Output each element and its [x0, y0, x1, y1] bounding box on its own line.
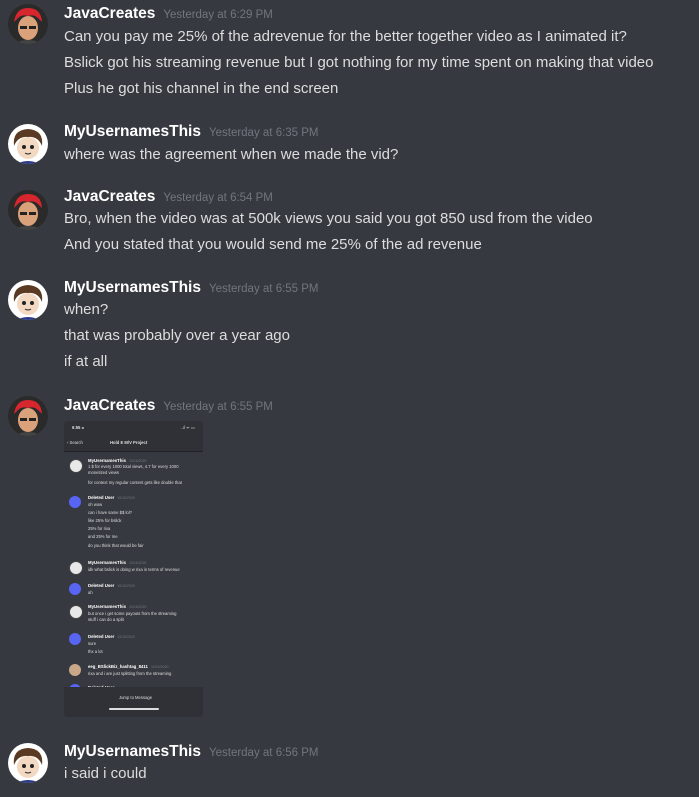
avatar-icon — [69, 605, 83, 619]
attachment-text: 1 $ for every 1000 total views, 4.7 for … — [88, 464, 179, 469]
avatar-icon — [69, 664, 81, 676]
phone-status-bar: 6:55 ◂ ..ıl ᯤ ▭ — [64, 421, 203, 435]
jump-to-message: Jump to Message — [119, 695, 153, 700]
author-name[interactable]: JavaCreates — [64, 397, 155, 414]
avatar-icon — [69, 561, 83, 575]
attachment-text: and 25% for me — [88, 534, 118, 539]
attachment-text: but once i get some payouts from the str… — [88, 611, 177, 616]
attachment-text: sure — [88, 641, 97, 646]
discord-icon — [69, 633, 81, 645]
message-timestamp: Yesterday at 6:55 PM — [163, 401, 273, 413]
message-text: where was the agreement when we made the… — [64, 146, 399, 163]
attachment-author: Deleted User 10/16/2020 — [88, 634, 135, 639]
avatar-image-javacreates — [8, 4, 48, 44]
attachment-header: ‹ Search Hold E M/V Project — [64, 435, 203, 452]
attachment-text: can i have same $$ lol? — [88, 510, 132, 515]
attachment-text: monetized views — [88, 470, 119, 475]
message-text: if at all — [64, 353, 108, 370]
avatar[interactable] — [8, 396, 48, 436]
attachment-author: MyUsernamesThis 10/16/2020 — [88, 458, 147, 463]
author-name[interactable]: MyUsernamesThis — [64, 279, 201, 296]
author-name[interactable]: MyUsernamesThis — [64, 123, 201, 140]
author-name[interactable]: MyUsernamesThis — [64, 743, 201, 760]
avatar[interactable] — [8, 124, 48, 164]
message-timestamp: Yesterday at 6:56 PM — [208, 747, 319, 759]
message-author[interactable]: JavaCreates Yesterday at 6:29 PM — [64, 5, 273, 23]
attachment-text: ah — [88, 590, 93, 595]
attachment-text: stuff i can do a split — [88, 617, 124, 622]
avatar-image-javacreates — [8, 190, 48, 230]
avatar-image-myusernamesthis — [8, 124, 48, 164]
message-timestamp: Yesterday at 6:29 PM — [163, 9, 273, 21]
avatar-image-javacreates — [8, 396, 48, 436]
attachment-text: thx a lot — [88, 649, 103, 654]
channel-title: Hold E M/V Project — [110, 440, 148, 445]
avatar[interactable] — [8, 280, 48, 320]
message-text: And you stated that you would send me 25… — [64, 236, 482, 253]
status-icons: ..ıl ᯤ ▭ — [180, 425, 195, 430]
attachment-author: MyUsernamesThis 10/16/2020 — [88, 604, 147, 609]
attachment-text: oh wow — [88, 502, 103, 507]
home-indicator — [109, 708, 159, 710]
message-text: i said i could — [64, 765, 147, 782]
discord-icon — [69, 496, 81, 508]
message-author[interactable]: MyUsernamesThis Yesterday at 6:55 PM — [64, 279, 319, 297]
message-timestamp: Yesterday at 6:35 PM — [208, 127, 319, 139]
back-search-link: ‹ Search — [67, 440, 83, 445]
attachment-text: idk what bslick is doing w rixa in terms… — [88, 567, 180, 572]
avatar-icon — [69, 459, 83, 473]
attachment-author: eeg_BSlickBiz_hashtag_8411 10/16/2020 — [88, 664, 169, 669]
discord-icon — [69, 583, 81, 595]
message-text: Can you pay me 25% of the adrevenue for … — [64, 28, 627, 45]
message-timestamp: Yesterday at 6:55 PM — [208, 283, 319, 295]
attachment-text: do you think that would be fair — [88, 543, 144, 548]
message-timestamp: Yesterday at 6:54 PM — [163, 192, 273, 204]
attachment-text: rixa and i are just splitting from the s… — [88, 671, 172, 676]
message-author[interactable]: JavaCreates Yesterday at 6:55 PM — [64, 397, 273, 415]
message-text: Plus he got his channel in the end scree… — [64, 80, 339, 97]
message-text: when? — [64, 301, 109, 318]
attachment-text: for context my regular content gets like… — [88, 480, 182, 485]
attachment-author: Deleted User 10/16/2020 — [88, 495, 135, 500]
attachment-author: MyUsernamesThis 10/16/2020 — [88, 560, 147, 565]
avatar-image-myusernamesthis — [8, 280, 48, 320]
image-attachment[interactable]: 6:55 ◂ ..ıl ᯤ ▭ ‹ Search Hold E M/V Proj… — [64, 421, 203, 717]
message-author[interactable]: JavaCreates Yesterday at 6:54 PM — [64, 188, 273, 206]
author-name[interactable]: JavaCreates — [64, 5, 155, 22]
avatar[interactable] — [8, 743, 48, 783]
message-text: Bro, when the video was at 500k views yo… — [64, 210, 593, 227]
attachment-text: like 25% for bslick — [88, 518, 122, 523]
status-time: 6:55 ◂ — [72, 425, 84, 430]
jump-bar: Jump to Message — [64, 687, 203, 717]
avatar[interactable] — [8, 4, 48, 44]
message-author[interactable]: MyUsernamesThis Yesterday at 6:56 PM — [64, 743, 319, 761]
message-author[interactable]: MyUsernamesThis Yesterday at 6:35 PM — [64, 123, 319, 141]
author-name[interactable]: JavaCreates — [64, 188, 155, 205]
message-text: that was probably over a year ago — [64, 327, 290, 344]
avatar-image-myusernamesthis — [8, 743, 48, 783]
attachment-author: Deleted User 10/16/2020 — [88, 583, 135, 588]
message-text: Bslick got his streaming revenue but I g… — [64, 54, 654, 71]
attachment-text: 25% for rixa — [88, 526, 111, 531]
avatar[interactable] — [8, 190, 48, 230]
